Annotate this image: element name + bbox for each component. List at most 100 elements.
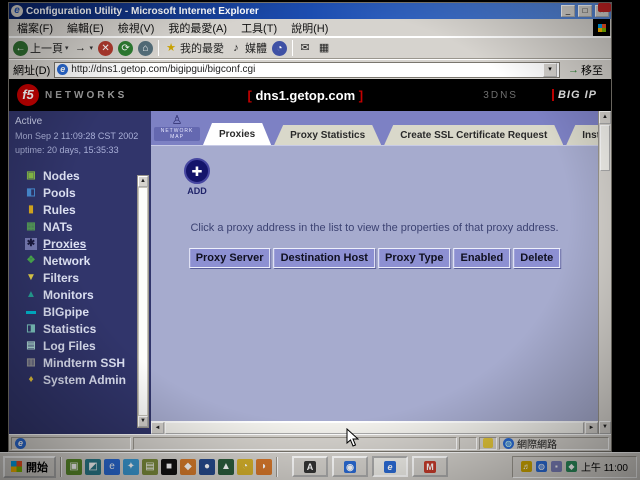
windows-flag-icon [11, 461, 22, 472]
tab-proxies[interactable]: Proxies [203, 123, 271, 145]
sidebar-item-label: Mindterm SSH [43, 356, 125, 370]
sidebar-item-proxies[interactable]: ✱ Proxies [9, 235, 151, 252]
sidebar-item-filters[interactable]: ▼ Filters [9, 269, 151, 286]
sidebar-item-label: System Admin [43, 373, 126, 387]
log-files-icon: ▤ [25, 340, 37, 352]
back-button[interactable]: ← 上一頁 ▾ [13, 40, 69, 56]
sidebar-item-system-admin[interactable]: ♦ System Admin [9, 371, 151, 388]
sidebar-item-log-files[interactable]: ▤ Log Files [9, 337, 151, 354]
sidebar-item-mindterm-ssh[interactable]: ▥ Mindterm SSH [9, 354, 151, 371]
scroll-down-icon[interactable]: ▼ [599, 421, 611, 434]
sidebar-item-nodes[interactable]: ▣ Nodes [9, 167, 151, 184]
menu-tools[interactable]: 工具(T) [241, 20, 277, 36]
sidebar-item-label: Pools [43, 186, 76, 200]
taskbar-window-button-4[interactable]: M [412, 456, 448, 477]
sidebar-item-monitors[interactable]: ▲ Monitors [9, 286, 151, 303]
menu-favorites[interactable]: 我的最愛(A) [168, 20, 227, 36]
back-dropdown-icon[interactable]: ▾ [65, 44, 69, 52]
sidebar-scrollbar[interactable]: ▲ ▼ [137, 175, 149, 428]
address-input[interactable] [71, 64, 540, 75]
start-button[interactable]: 開始 [3, 456, 56, 478]
forward-button[interactable]: → ▾ [74, 41, 94, 55]
quick-launch-icon-8[interactable]: ● [199, 459, 215, 475]
start-label: 開始 [26, 459, 48, 475]
go-button[interactable]: → 移至 [564, 62, 607, 78]
add-button[interactable]: ✚ ADD [169, 158, 225, 196]
ie-window: e Configuration Utility - Microsoft Inte… [8, 2, 612, 452]
network-map-button[interactable]: ♙ NETWORK MAP [154, 113, 200, 143]
maximize-button[interactable]: □ [578, 5, 592, 17]
sidebar-scrollbar-thumb[interactable] [138, 187, 148, 416]
home-icon[interactable]: ⌂ [138, 41, 153, 56]
nodes-icon: ▣ [25, 170, 37, 182]
sidebar-nav: ▣ Nodes ◧ Pools ▮ Rules ▦ NATs ✱ Proxies [9, 167, 151, 388]
address-dropdown-icon[interactable]: ▾ [543, 63, 557, 77]
favorites-button[interactable]: ★ 我的最愛 [164, 40, 224, 56]
tab-create-ssl-certificate-request[interactable]: Create SSL Certificate Request [384, 125, 563, 145]
vertical-scrollbar-thumb[interactable] [600, 125, 610, 171]
menu-view[interactable]: 檢視(V) [118, 20, 155, 36]
tab-bar: ♙ NETWORK MAP Proxies Proxy Statistics C… [151, 111, 598, 145]
status-message-cell [133, 437, 457, 450]
minimize-button[interactable]: _ [561, 5, 575, 17]
quick-launch-icon-10[interactable]: ◔ [237, 459, 253, 475]
column-proxy-type: Proxy Type [378, 248, 451, 268]
f5-brand-name: NETWORKS [45, 90, 127, 101]
nav-bigip[interactable]: BIG IP [552, 89, 597, 101]
sidebar-item-rules[interactable]: ▮ Rules [9, 201, 151, 218]
quick-launch-icon-5[interactable]: ▤ [142, 459, 158, 475]
sidebar-item-network[interactable]: ❖ Network [9, 252, 151, 269]
menu-help[interactable]: 說明(H) [291, 20, 328, 36]
bigpipe-icon: ▬ [25, 306, 37, 318]
quick-launch-icon-4[interactable]: ✦ [123, 459, 139, 475]
tab-install-ssl-certificate[interactable]: Install SSL Certif [566, 125, 598, 145]
system-admin-icon: ♦ [25, 374, 37, 386]
forward-dropdown-icon[interactable]: ▾ [90, 44, 94, 52]
media-button[interactable]: ♪ 媒體 [229, 40, 267, 56]
sidebar-item-nats[interactable]: ▦ NATs [9, 218, 151, 235]
sidebar-item-bigpipe[interactable]: ▬ BIGpipe [9, 303, 151, 320]
quick-launch-icon-11[interactable]: ◗ [256, 459, 272, 475]
quick-launch-icon-3[interactable]: e [104, 459, 120, 475]
nav-3dns[interactable]: 3DNS [483, 90, 518, 101]
print-icon[interactable]: ▦ [317, 41, 331, 55]
scroll-right-icon[interactable]: ► [585, 422, 598, 434]
title-bar: e Configuration Utility - Microsoft Inte… [9, 3, 611, 19]
sidebar-status-block: Active Mon Sep 2 11:09:28 CST 2002 uptim… [9, 111, 151, 155]
horizontal-scrollbar-thumb[interactable] [165, 422, 584, 434]
quick-launch-icon-6[interactable]: ■ [161, 459, 177, 475]
menu-edit[interactable]: 編輯(E) [67, 20, 104, 36]
sidebar-item-label: Nodes [43, 169, 80, 183]
mindterm-ssh-icon: ▥ [25, 357, 37, 369]
quick-launch-icon-2[interactable]: ◩ [85, 459, 101, 475]
scroll-up-icon[interactable]: ▲ [138, 176, 148, 187]
scroll-down-icon[interactable]: ▼ [138, 416, 148, 427]
mail-icon[interactable]: ✉ [298, 41, 312, 55]
sidebar-item-pools[interactable]: ◧ Pools [9, 184, 151, 201]
horizontal-scrollbar[interactable]: ◄ ► [151, 421, 598, 434]
vertical-scrollbar[interactable]: ▲ ▼ [598, 111, 611, 434]
status-uptime: uptime: 20 days, 15:35:33 [15, 145, 145, 155]
taskbar-window-button-2[interactable]: ◉ [332, 456, 368, 477]
tab-proxy-statistics[interactable]: Proxy Statistics [274, 125, 381, 145]
volume-tray-icon[interactable]: ♬ [521, 461, 532, 472]
taskbar-window-button-1[interactable]: A [292, 456, 328, 477]
status-page-icon: e [15, 438, 26, 449]
menu-file[interactable]: 檔案(F) [17, 20, 53, 36]
tray-icon[interactable]: ◆ [566, 461, 577, 472]
tray-icon[interactable]: ▪ [551, 461, 562, 472]
stop-icon[interactable]: ✕ [98, 41, 113, 56]
app-icon: A [304, 461, 316, 473]
quick-launch-icon-1[interactable]: ▣ [66, 459, 82, 475]
sidebar-item-statistics[interactable]: ◨ Statistics [9, 320, 151, 337]
scroll-left-icon[interactable]: ◄ [151, 422, 164, 434]
quick-launch-icon-7[interactable]: ◆ [180, 459, 196, 475]
taskbar-window-button-ie-active[interactable]: e [372, 456, 408, 477]
quick-launch-icon-9[interactable]: ▲ [218, 459, 234, 475]
back-icon: ← [13, 41, 28, 56]
network-tray-icon[interactable]: ◍ [536, 461, 547, 472]
address-field[interactable]: e ▾ [54, 62, 560, 78]
history-icon[interactable]: ◔ [272, 41, 287, 56]
refresh-icon[interactable]: ⟳ [118, 41, 133, 56]
scroll-up-icon[interactable]: ▲ [599, 111, 611, 124]
